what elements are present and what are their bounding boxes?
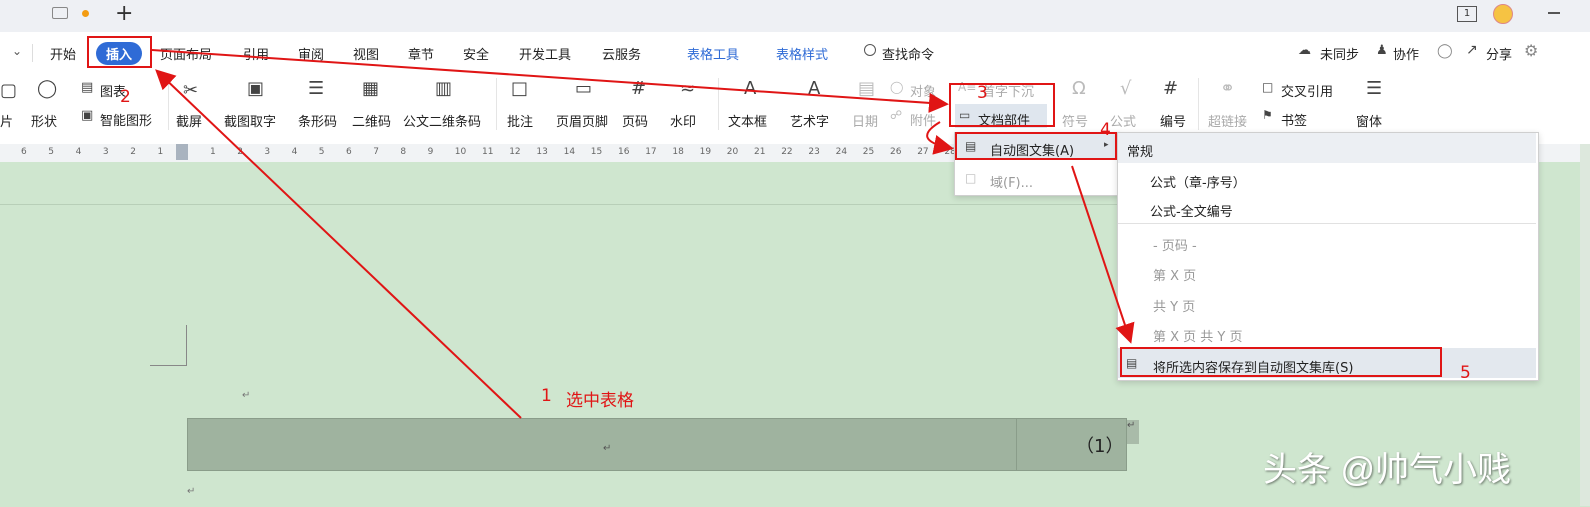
arrow-autotext-to-save [1071, 165, 1135, 344]
arrow-select-to-insert [155, 69, 522, 419]
annotation-number-4: 4 [1100, 120, 1111, 140]
annotation-text-1: 选中表格 [566, 391, 634, 411]
annotation-number-1: 1 [541, 386, 552, 406]
annotation-number-2: 2 [120, 87, 131, 107]
annotation-number-5: 5 [1460, 363, 1471, 383]
arrow-insert-to-doc-parts [151, 49, 949, 113]
annotation-number-3: 3 [977, 83, 988, 103]
watermark-text: 头条 @帅气小贱 [1263, 451, 1511, 489]
arrow-doc-parts-to-autotext [926, 121, 954, 155]
annotation-arrows [151, 49, 1135, 419]
